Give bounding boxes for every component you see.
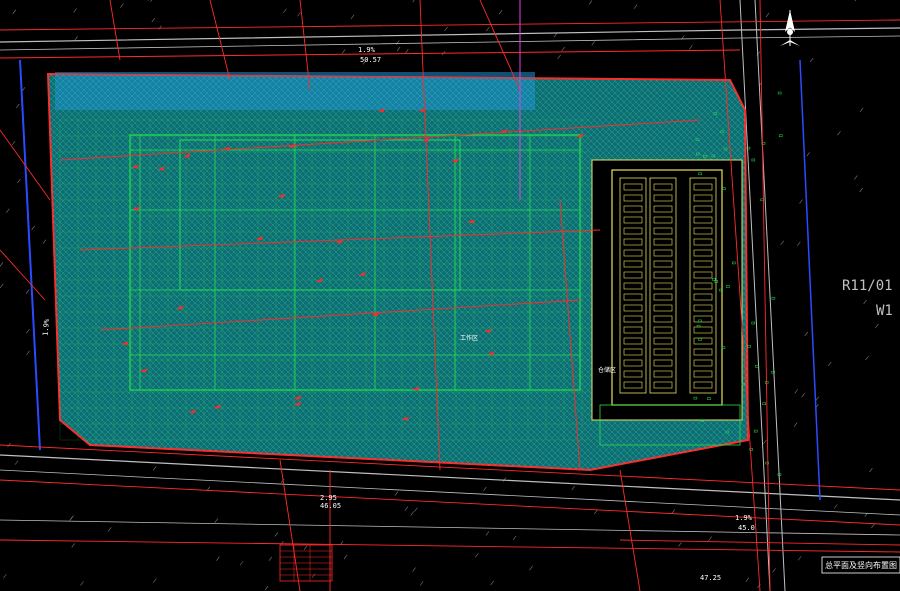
grade-bottom-label: 1.9%: [735, 514, 753, 522]
green-layout-grid: [59, 119, 590, 441]
parcel-label: R11/01: [842, 278, 893, 294]
building-note-label: 仓储区: [598, 366, 616, 374]
site-plan-drawing: 1.9% 50.57 2.95 46.05 1.9% 45.0 47.25 1.…: [0, 0, 900, 591]
cad-viewport[interactable]: 1.9% 50.57 2.95 46.05 1.9% 45.0 47.25 1.…: [0, 0, 900, 591]
drawing-title: 总平面及竖向布置图: [825, 560, 897, 570]
elev-bottom-left2-label: 46.05: [320, 502, 341, 510]
site-note-label: 工作区: [460, 334, 478, 342]
grade-left-label: 1.9%: [41, 318, 51, 336]
elev-bottom-left-label: 2.95: [320, 494, 337, 502]
title-block: 总平面及竖向布置图: [821, 556, 900, 574]
elev-top-label: 50.57: [360, 56, 381, 64]
elev-bottom-label: 45.0: [738, 524, 755, 532]
grade-top-label: 1.9%: [358, 46, 376, 54]
elev-bottom-far-label: 47.25: [700, 574, 721, 582]
parcel2-label: W1: [876, 303, 893, 319]
